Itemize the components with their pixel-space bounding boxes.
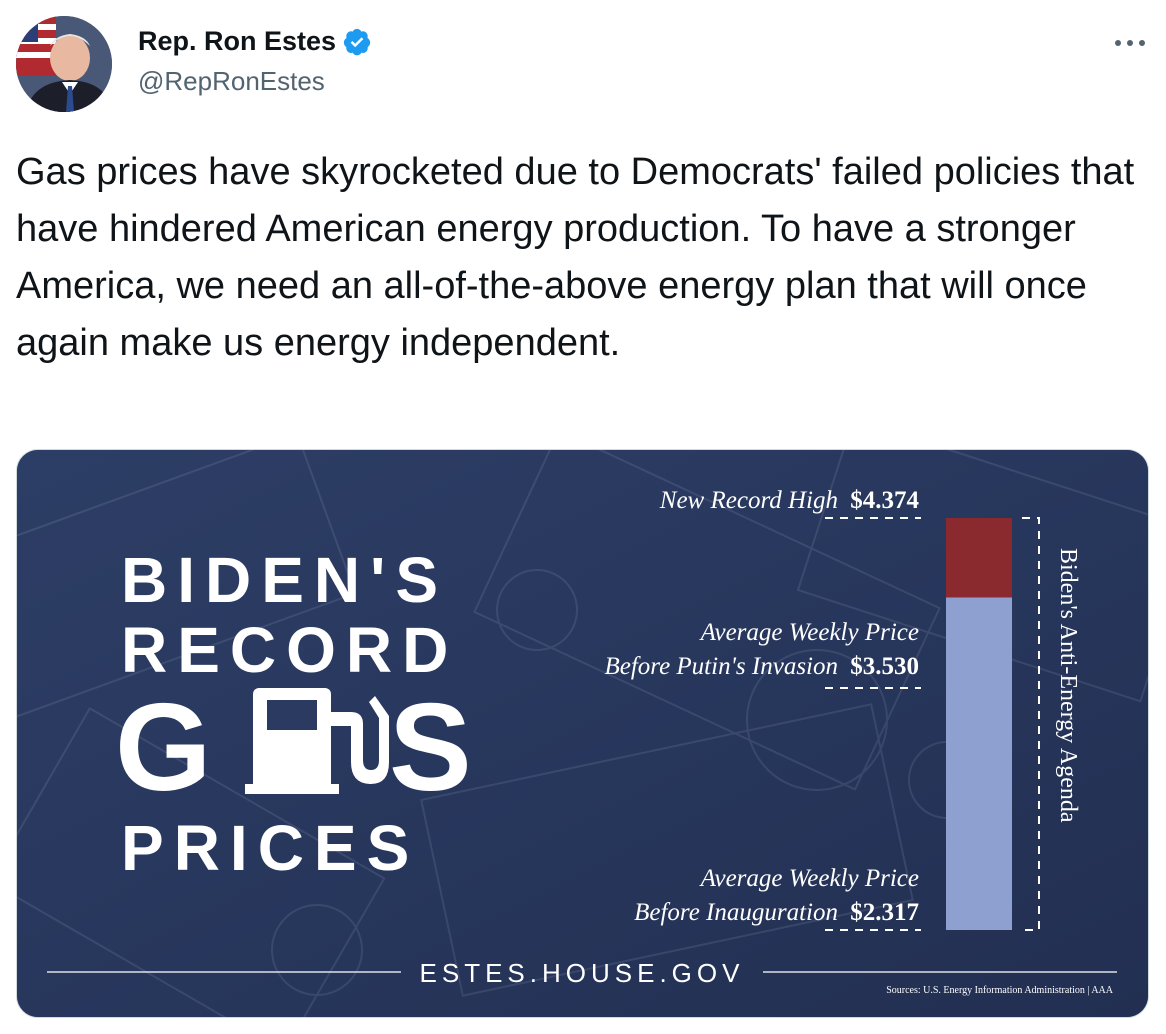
infographic: BIDEN'S RECORD G S PRICES New Record Hig… xyxy=(17,450,1148,1017)
headline-line3-s: S xyxy=(389,679,472,817)
bar-base xyxy=(946,597,1012,930)
author-display-name[interactable]: Rep. Ron Estes xyxy=(138,26,336,57)
more-horizontal-icon[interactable] xyxy=(1110,28,1150,58)
author-handle[interactable]: @RepRonEstes xyxy=(138,66,325,97)
verified-badge-icon xyxy=(342,27,372,57)
author-name-row: Rep. Ron Estes xyxy=(138,26,372,57)
bar-increase xyxy=(946,518,1012,598)
inauguration-label-line2: Before Inauguration $2.317 xyxy=(634,899,919,926)
headline-line1: BIDEN'S xyxy=(121,544,448,616)
tweet-text: Gas prices have skyrocketed due to Democ… xyxy=(16,151,1135,364)
headline-line2: RECORD xyxy=(121,614,458,686)
putin-label-line2: Before Putin's Invasion $3.530 xyxy=(604,653,919,680)
record-high-label: New Record High $4.374 xyxy=(659,487,920,514)
headline-line3-g: G xyxy=(115,679,211,817)
tweet-media-image[interactable]: BIDEN'S RECORD G S PRICES New Record Hig… xyxy=(16,449,1149,1018)
putin-label-line1: Average Weekly Price xyxy=(699,619,919,646)
website-label: ESTES.HOUSE.GOV xyxy=(420,958,745,988)
headline-line4: PRICES xyxy=(121,812,419,884)
tweet: Rep. Ron Estes @RepRonEstes Gas prices h… xyxy=(0,0,1166,1034)
avatar[interactable] xyxy=(16,16,112,112)
bracket-label: Biden's Anti-Energy Agenda xyxy=(1055,548,1081,823)
inauguration-label-line1: Average Weekly Price xyxy=(699,865,919,892)
sources-label: Sources: U.S. Energy Information Adminis… xyxy=(886,985,1114,996)
